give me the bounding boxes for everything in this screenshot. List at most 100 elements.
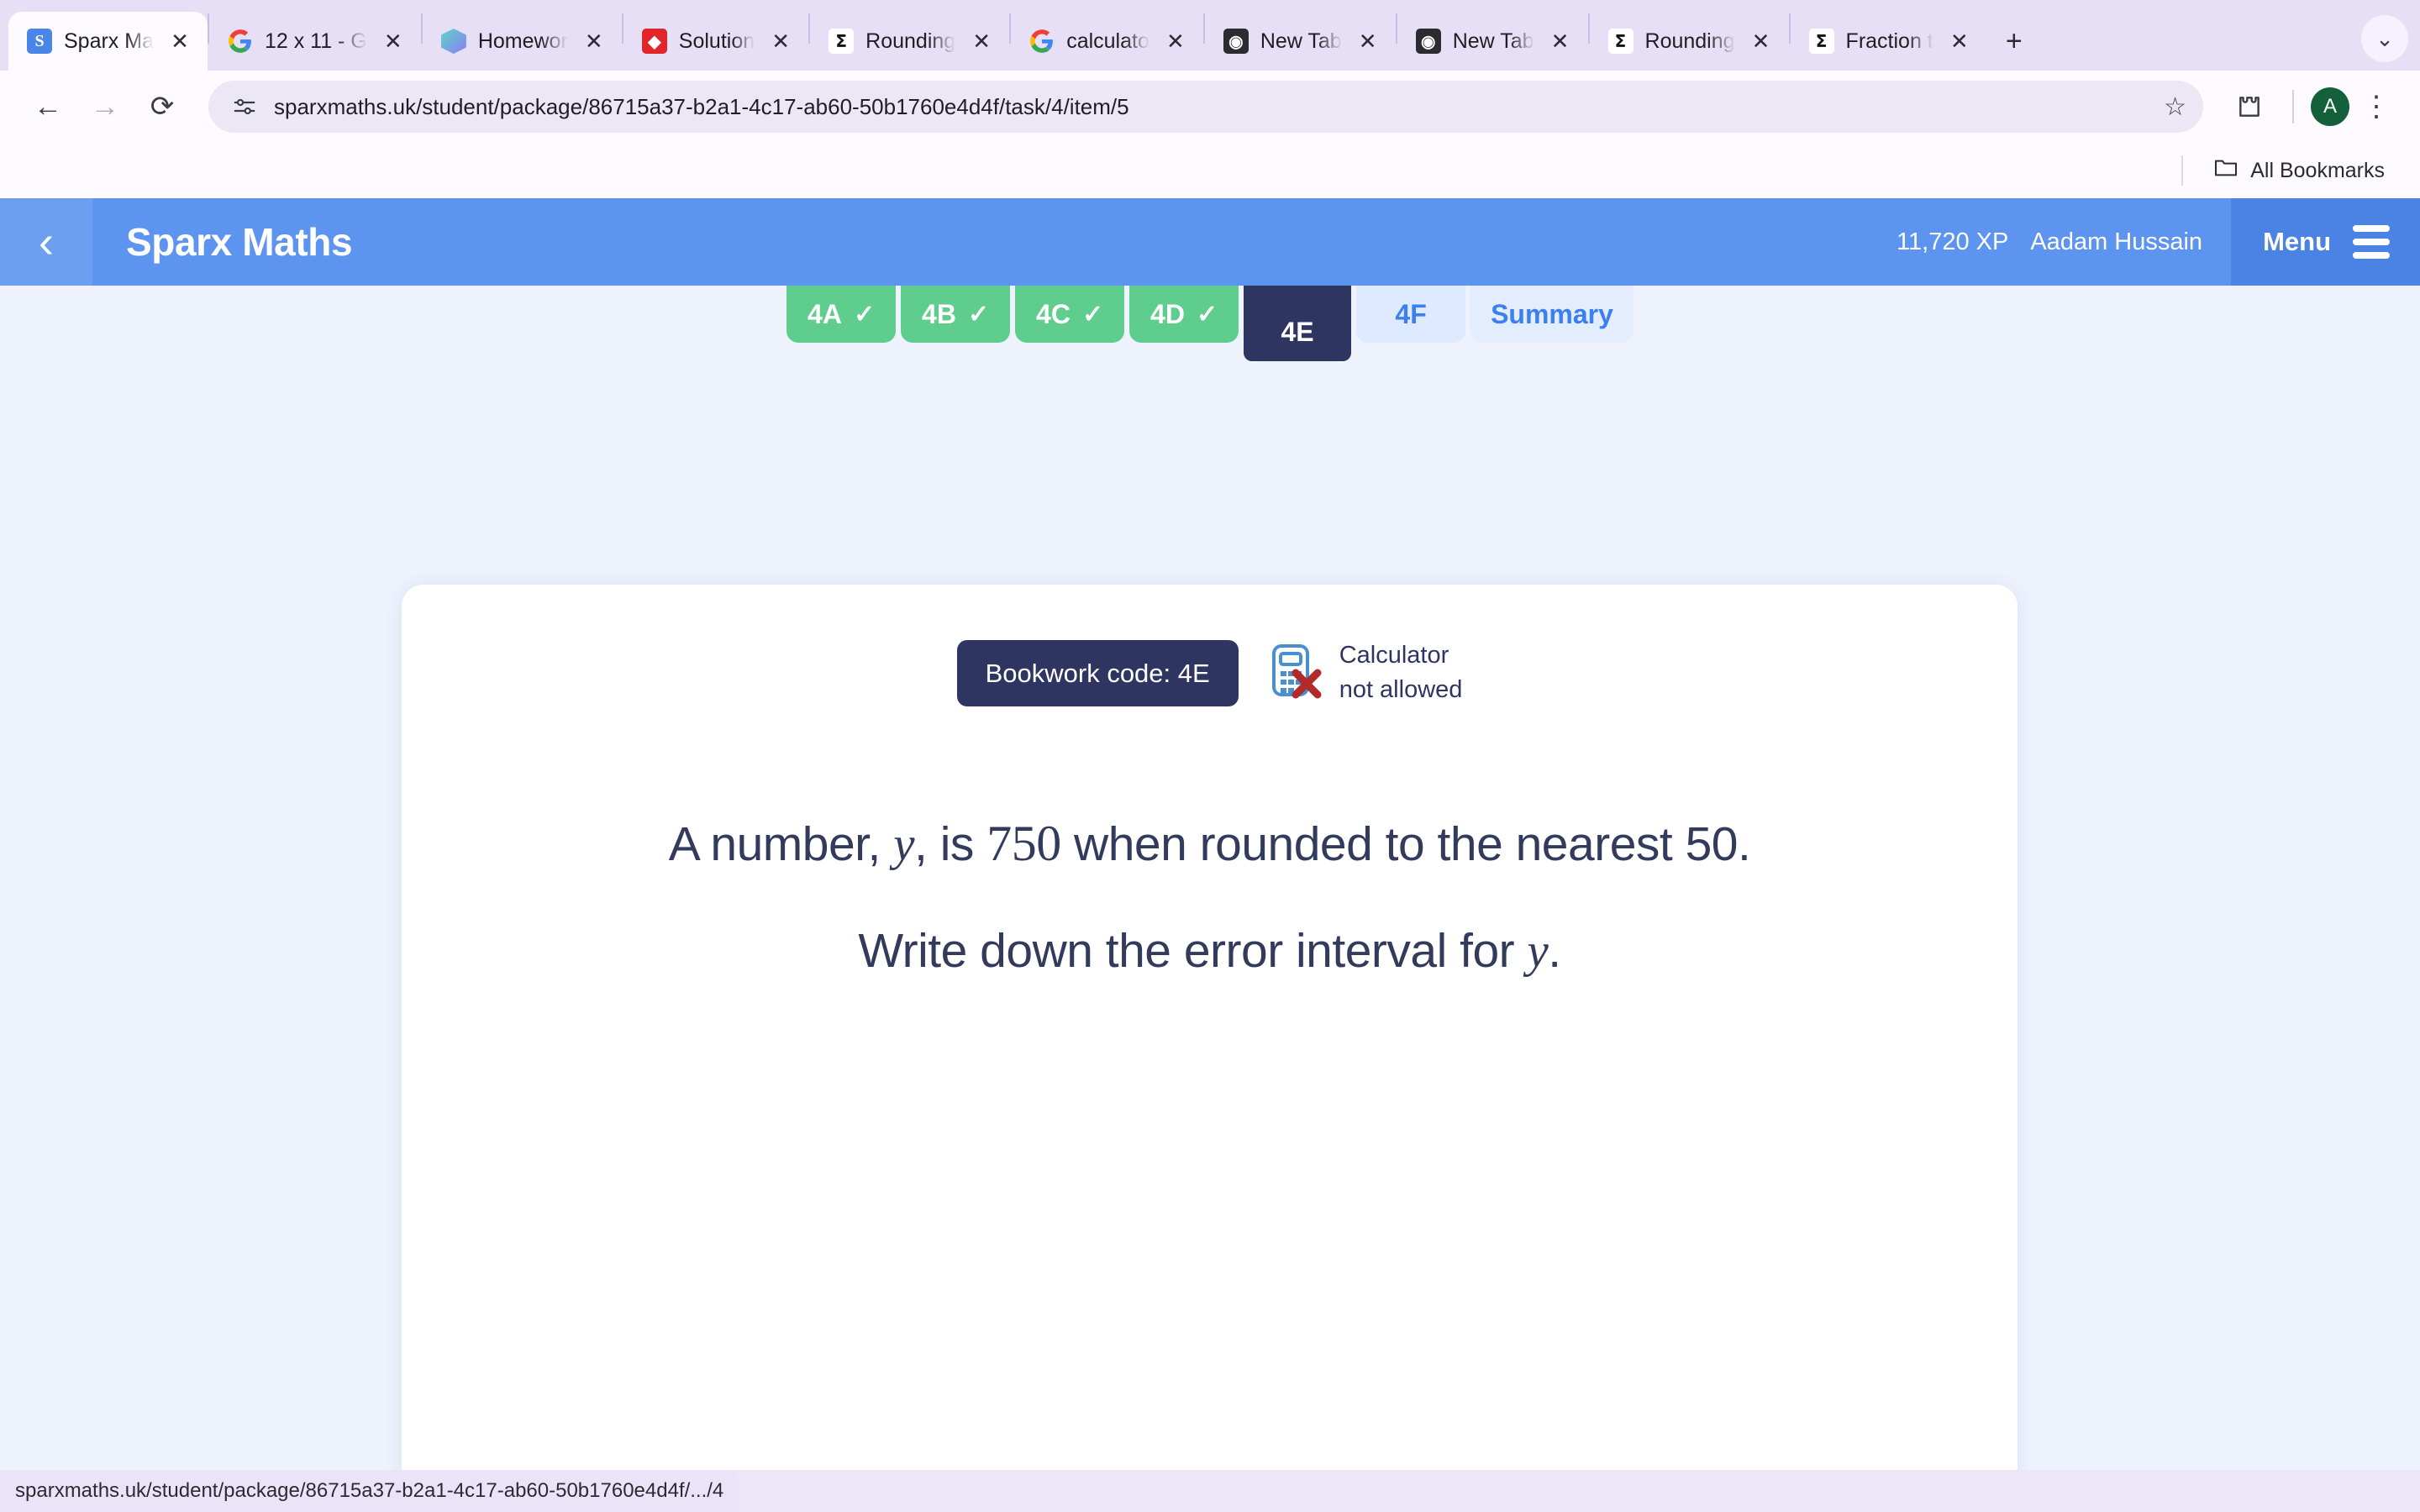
hamburger-icon	[2353, 225, 2390, 259]
question-body: A number, y, is 750 when rounded to the …	[402, 707, 2018, 985]
close-icon[interactable]: ✕	[580, 27, 608, 55]
question-variable: y	[1527, 924, 1549, 978]
browser-tab[interactable]: Σ Rounding ✕	[810, 12, 1009, 71]
extensions-puzzle-icon[interactable]	[2223, 81, 2275, 133]
user-name: Aadam Hussain	[2030, 228, 2203, 255]
check-icon: ✓	[853, 300, 876, 328]
close-icon[interactable]: ✕	[967, 27, 996, 55]
browser-tab[interactable]: ◆ Solution ✕	[623, 12, 808, 71]
chevron-down-icon[interactable]: ⌄	[2361, 15, 2408, 62]
tab-title: Rounding	[865, 29, 956, 53]
question-number: 750	[986, 816, 1061, 872]
red-x-icon: ◆	[641, 29, 667, 54]
chrome-icon: ◉	[1415, 29, 1441, 54]
bookmarks-divider	[2181, 155, 2184, 186]
sigma-icon: Σ	[829, 29, 855, 54]
task-tab-4e[interactable]: 4E	[1244, 286, 1352, 361]
close-icon[interactable]: ✕	[166, 27, 194, 55]
close-icon[interactable]: ✕	[1945, 27, 1974, 55]
tab-strip-right: ⌄	[2361, 15, 2420, 71]
task-tab-summary[interactable]: Summary	[1470, 286, 1634, 343]
all-bookmarks-button[interactable]: All Bookmarks	[2205, 153, 2393, 189]
task-tab-label: 4C	[1036, 298, 1071, 329]
check-icon: ✓	[1196, 300, 1218, 328]
tab-strip: S Sparx Ma ✕ 12 x 11 - G ✕ Homewor ✕ ◆ S…	[0, 0, 2420, 71]
close-icon[interactable]: ✕	[1161, 27, 1190, 55]
close-icon[interactable]: ✕	[1354, 27, 1382, 55]
forward-button[interactable]: →	[79, 81, 131, 133]
check-icon: ✓	[1081, 300, 1104, 328]
task-tab-4a[interactable]: 4A ✓	[786, 286, 897, 343]
tab-title: 12 x 11 - G	[264, 29, 367, 53]
question-text-part: Write down the error interval for	[858, 923, 1528, 978]
browser-tab[interactable]: ◉ New Tab ✕	[1205, 12, 1396, 71]
card-header: Bookwork code: 4E Calculator not allowed	[402, 585, 2018, 707]
browser-tab[interactable]: 12 x 11 - G ✕	[209, 12, 421, 71]
close-icon[interactable]: ✕	[379, 27, 408, 55]
hexagon-app-icon	[440, 29, 466, 54]
menu-button[interactable]: Menu	[2231, 198, 2420, 286]
sigma-icon: Σ	[1607, 29, 1634, 54]
calculator-not-allowed-icon	[1270, 643, 1323, 704]
tab-title: New Tab	[1260, 29, 1342, 53]
tab-title: Rounding	[1644, 29, 1735, 53]
task-tab-label: 4E	[1281, 317, 1314, 347]
browser-tab[interactable]: calculato ✕	[1011, 12, 1203, 71]
task-tab-4d[interactable]: 4D ✓	[1129, 286, 1239, 343]
reload-button[interactable]: ⟳	[136, 81, 188, 133]
bookmark-star-icon[interactable]: ☆	[2164, 92, 2186, 122]
google-g-icon	[1029, 29, 1055, 54]
url-text[interactable]: sparxmaths.uk/student/package/86715a37-b…	[274, 94, 2149, 120]
tab-title: Solution	[678, 29, 755, 53]
address-bar[interactable]: sparxmaths.uk/student/package/86715a37-b…	[208, 81, 2203, 133]
browser-tab[interactable]: ◉ New Tab ✕	[1397, 12, 1588, 71]
avatar[interactable]: A	[2311, 87, 2349, 126]
task-tab-label: 4A	[808, 298, 842, 329]
browser-tab[interactable]: Σ Fraction t ✕	[1791, 12, 1987, 71]
close-icon[interactable]: ✕	[1546, 27, 1575, 55]
calculator-status-text: Calculator not allowed	[1339, 638, 1463, 707]
task-tab-4b[interactable]: 4B ✓	[901, 286, 1011, 343]
task-tab-4c[interactable]: 4C ✓	[1015, 286, 1125, 343]
app-back-button[interactable]: ‹	[0, 198, 92, 286]
calculator-status: Calculator not allowed	[1270, 638, 1463, 707]
check-icon: ✓	[967, 300, 990, 328]
question-variable: y	[893, 818, 915, 872]
question-spacer	[469, 880, 1950, 917]
task-tab-4f[interactable]: 4F	[1356, 286, 1466, 343]
new-tab-button[interactable]: +	[1996, 23, 2033, 60]
tab-title: calculato	[1066, 29, 1150, 53]
page-title: Sparx Maths	[126, 220, 353, 264]
chrome-icon: ◉	[1223, 29, 1249, 54]
browser-tab[interactable]: Homewor ✕	[423, 12, 622, 71]
browser-tab[interactable]: Σ Rounding ✕	[1590, 12, 1789, 71]
close-icon[interactable]: ✕	[1747, 27, 1776, 55]
tab-title: Sparx Ma	[64, 29, 154, 53]
close-icon[interactable]: ✕	[766, 27, 795, 55]
tab-title: New Tab	[1452, 29, 1534, 53]
task-tab-bar: 4A ✓ 4B ✓ 4C ✓ 4D ✓ 4E 4F Summary	[0, 286, 2420, 361]
question-text-part: A number,	[668, 817, 894, 872]
question-line-2: Write down the error interval for y.	[469, 917, 1950, 986]
question-text-part: when rounded to the nearest 50.	[1060, 817, 1751, 872]
google-g-icon	[228, 29, 253, 54]
browser-tab[interactable]: S Sparx Ma ✕	[8, 12, 208, 71]
sparx-s-icon: S	[27, 29, 52, 54]
task-tab-label: 4D	[1150, 298, 1185, 329]
task-tab-label: 4B	[922, 298, 956, 329]
menu-label: Menu	[2263, 227, 2331, 256]
question-card: Bookwork code: 4E Calculator not allowed…	[402, 585, 2018, 1470]
app-header-right: 11,720 XP Aadam Hussain Menu	[1897, 198, 2420, 286]
browser-menu-icon[interactable]: ⋮	[2354, 85, 2398, 129]
tab-title: Fraction t	[1845, 29, 1933, 53]
toolbar-divider	[2292, 90, 2294, 123]
status-bubble: sparxmaths.uk/student/package/86715a37-b…	[0, 1470, 739, 1512]
task-tab-label: Summary	[1491, 298, 1613, 329]
back-button[interactable]: ←	[22, 81, 74, 133]
bookwork-code-badge: Bookwork code: 4E	[956, 639, 1239, 706]
task-tab-label: 4F	[1395, 298, 1427, 329]
browser-window: S Sparx Ma ✕ 12 x 11 - G ✕ Homewor ✕ ◆ S…	[0, 0, 2420, 1512]
browser-toolbar: ← → ⟳ sparxmaths.uk/student/package/8671…	[0, 71, 2420, 143]
question-text-part: , is	[914, 817, 987, 872]
site-settings-icon[interactable]	[230, 92, 259, 121]
